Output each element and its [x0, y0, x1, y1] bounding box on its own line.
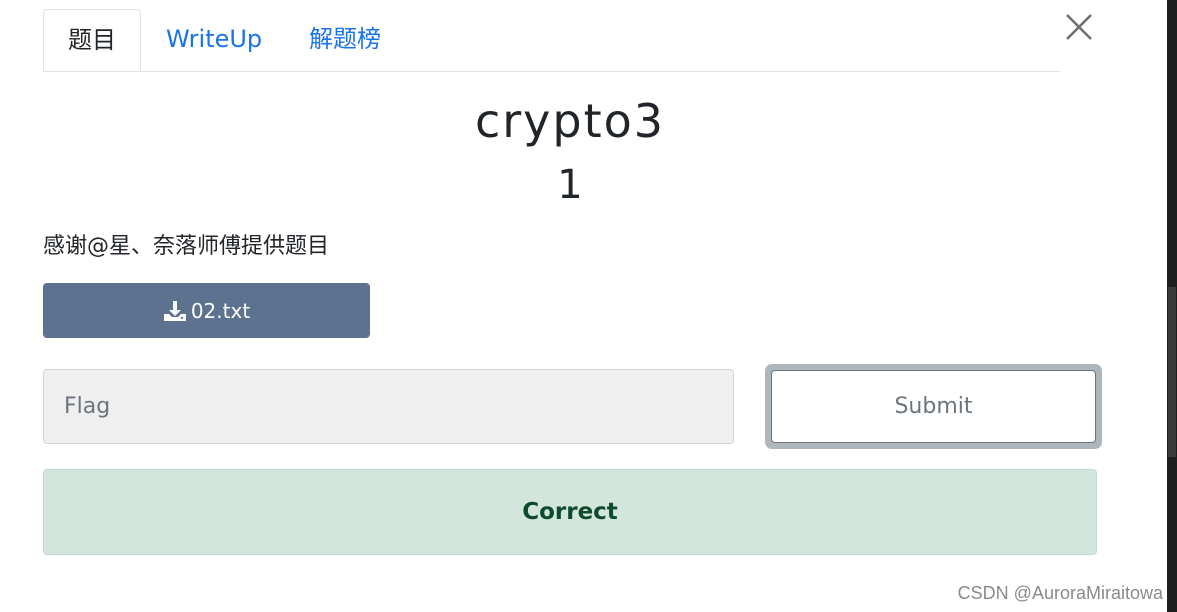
submit-focus-ring: Submit — [765, 364, 1102, 449]
tab-writeup[interactable]: WriteUp — [166, 9, 262, 70]
submit-button[interactable]: Submit — [771, 370, 1096, 443]
close-icon[interactable] — [1062, 10, 1096, 44]
challenge-name: crypto3 — [474, 94, 666, 148]
result-message: Correct — [522, 499, 618, 525]
tab-solves[interactable]: 解题榜 — [308, 9, 382, 70]
flag-input[interactable] — [43, 369, 734, 444]
adjacent-window-edge — [1167, 0, 1177, 612]
result-alert: Correct — [43, 469, 1097, 555]
download-file-label: 02.txt — [190, 298, 251, 323]
download-file-button[interactable]: 02.txt — [43, 283, 370, 338]
challenge-description: 感谢@星、奈落师傅提供题目 — [43, 234, 330, 259]
challenge-modal: 题目 WriteUp 解题榜 crypto3 1 感谢@星、奈落师傅提供题目 0… — [0, 0, 1177, 612]
download-icon — [163, 299, 187, 323]
watermark: CSDN @AuroraMiraitowa — [957, 583, 1163, 603]
tab-bar: 题目 WriteUp 解题榜 — [43, 9, 1060, 72]
challenge-points: 1 — [557, 162, 583, 208]
scrollbar-thumb[interactable] — [1168, 287, 1176, 457]
tab-challenge[interactable]: 题目 — [43, 9, 141, 71]
